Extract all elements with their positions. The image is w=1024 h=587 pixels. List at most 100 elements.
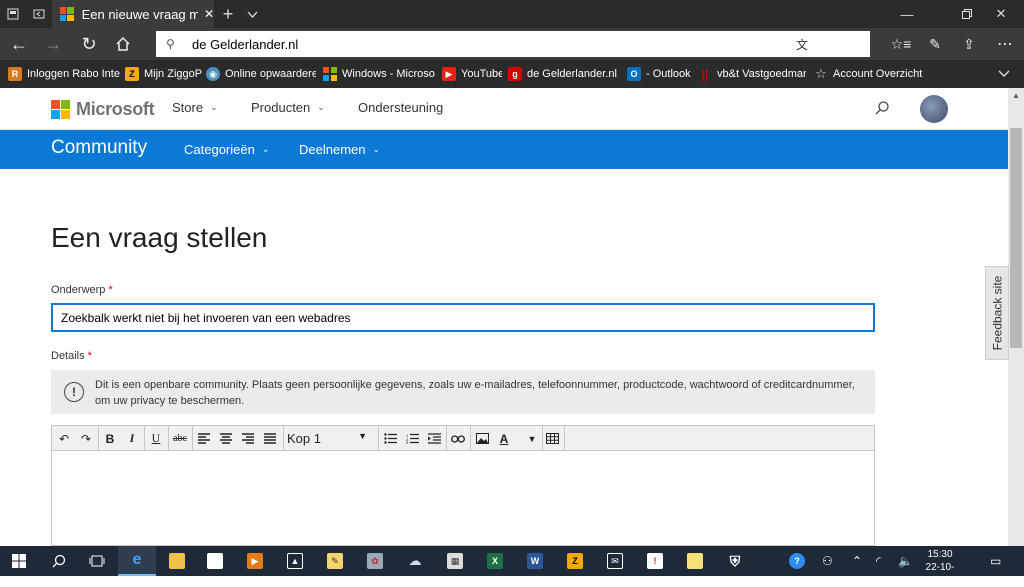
taskbar-paint[interactable]: ✿ [356, 546, 394, 576]
chevron-down-icon [247, 11, 257, 18]
caret-down-icon: ▼ [358, 431, 367, 441]
taskbar-explorer[interactable] [158, 546, 196, 576]
address-bar[interactable]: ⚲ de Gelderlander.nl 文 [156, 31, 870, 57]
favorite-item[interactable]: Z Mijn ZiggoP [125, 60, 203, 88]
taskbar-photos[interactable]: ▲ [276, 546, 314, 576]
details-label-text: Details [51, 350, 85, 362]
nav-categorieen[interactable]: Categorieën ⌄ [184, 142, 269, 157]
read-aloud-icon[interactable]: 文 [796, 36, 808, 53]
back-button[interactable]: ← [2, 28, 36, 60]
taskbar-ziggo[interactable]: Z [556, 546, 594, 576]
taskbar-store[interactable] [196, 546, 234, 576]
favorite-item[interactable]: Windows - Microsoft [323, 60, 435, 88]
justify-button[interactable] [260, 428, 280, 449]
avatar[interactable] [920, 95, 948, 123]
favorite-item[interactable]: g de Gelderlander.nl, hu [508, 60, 618, 88]
taskbar-word[interactable]: W [516, 546, 554, 576]
community-title[interactable]: Community [51, 137, 147, 159]
heading-select[interactable]: Kop 1 ▼ [287, 428, 373, 449]
favorites-bar: R Inloggen Rabo Intern Z Mijn ZiggoP ◉ O… [0, 60, 1024, 88]
subject-input[interactable] [51, 303, 875, 332]
show-tabs-button[interactable] [26, 0, 52, 28]
image-button[interactable] [472, 428, 492, 449]
home-button[interactable] [106, 28, 140, 60]
more-button[interactable]: ⋯ [988, 28, 1022, 60]
italic-button[interactable]: I [122, 428, 142, 449]
favorite-item[interactable]: ▶ YouTube [442, 60, 502, 88]
start-button[interactable] [0, 546, 38, 576]
taskbar-notes[interactable]: ✎ [316, 546, 354, 576]
feedback-tab[interactable]: Feedback site [985, 266, 1009, 360]
site-search-button[interactable] [874, 100, 890, 121]
sticky-note-icon [687, 553, 703, 569]
share-icon: ⇪ [963, 35, 975, 52]
forward-button[interactable]: → [36, 28, 70, 60]
microsoft-logo[interactable]: Microsoft [51, 99, 155, 120]
wifi-button[interactable]: ◜ [876, 546, 881, 576]
taskbar-excel[interactable]: X [476, 546, 514, 576]
taskbar-search-button[interactable] [40, 546, 78, 576]
numbered-list-button[interactable]: 123 [402, 428, 422, 449]
strikethrough-button[interactable]: abc [170, 428, 190, 449]
nav-store[interactable]: Store ⌄ [172, 100, 218, 115]
favorite-item[interactable]: O - Outlook [627, 60, 691, 88]
indent-button[interactable] [424, 428, 444, 449]
redo-button[interactable]: ↷ [76, 428, 96, 449]
close-tab-icon[interactable]: ✕ [204, 7, 214, 21]
details-editor[interactable] [51, 451, 875, 546]
favorite-item[interactable]: ◉ Online opwaarderen [206, 60, 316, 88]
favorites-button[interactable]: ☆≡ [884, 28, 918, 60]
undo-icon: ↶ [58, 431, 70, 446]
pen-icon: ✎ [929, 35, 941, 52]
favorite-item[interactable]: R Inloggen Rabo Intern [8, 60, 120, 88]
taskbar-app2[interactable]: ! [636, 546, 674, 576]
taskbar-app[interactable]: ☁ [396, 546, 434, 576]
close-window-button[interactable]: ✕ [978, 0, 1024, 28]
task-view-button[interactable] [78, 546, 116, 576]
toolbar-divider [168, 426, 169, 450]
taskbar-media[interactable]: ▶ [236, 546, 274, 576]
nav-deelnemen[interactable]: Deelnemen ⌄ [299, 142, 380, 157]
taskbar-help[interactable]: ? [778, 546, 816, 576]
nav-producten[interactable]: Producten ⌄ [251, 100, 325, 115]
minimize-button[interactable]: — [884, 0, 930, 28]
table-button[interactable] [542, 428, 562, 449]
taskbar-sticky[interactable] [676, 546, 714, 576]
page-scrollbar[interactable]: ▲ [1008, 88, 1024, 546]
tabs-aside-button[interactable] [0, 0, 26, 28]
favorites-overflow-button[interactable] [998, 60, 1016, 88]
align-right-button[interactable] [238, 428, 258, 449]
underline-button[interactable]: U [146, 428, 166, 449]
undo-button[interactable]: ↶ [54, 428, 74, 449]
notes-button[interactable]: ✎ [918, 28, 952, 60]
scroll-thumb[interactable] [1010, 128, 1022, 348]
share-button[interactable]: ⇪ [952, 28, 986, 60]
taskbar-defender[interactable]: ⛨ [716, 546, 754, 576]
new-tab-button[interactable]: + [218, 0, 238, 28]
vbt-icon: || [698, 67, 712, 82]
nav-ondersteuning[interactable]: Ondersteuning [358, 100, 443, 115]
favorite-item[interactable]: || vb&t Vastgoedmanag [698, 60, 806, 88]
taskbar-clock[interactable]: 15:30 22-10-2017 [916, 548, 964, 587]
underline-icon: U [151, 431, 161, 445]
tab-preview-button[interactable] [242, 0, 262, 28]
volume-button[interactable]: 🔈 [898, 546, 913, 576]
page-title: Een vraag stellen [51, 222, 268, 253]
text-color-button[interactable]: A [494, 428, 514, 449]
bold-button[interactable]: B [100, 428, 120, 449]
link-button[interactable] [448, 428, 468, 449]
bullet-list-button[interactable] [380, 428, 400, 449]
tray-overflow-button[interactable]: ⌃ [852, 546, 862, 576]
action-center-button[interactable]: ▭ [990, 546, 1001, 576]
taskbar-calculator[interactable]: ▦ [436, 546, 474, 576]
text-color-dropdown[interactable]: ▼ [522, 428, 542, 449]
scroll-up-arrow[interactable]: ▲ [1008, 88, 1024, 102]
align-left-button[interactable] [194, 428, 214, 449]
taskbar-edge[interactable]: e [118, 546, 156, 576]
align-center-button[interactable] [216, 428, 236, 449]
taskbar-mail[interactable]: ✉ [596, 546, 634, 576]
people-button[interactable]: ⚇ [822, 546, 833, 576]
favorite-item[interactable]: ☆ Account Overzicht | Ir [814, 60, 924, 88]
active-tab[interactable]: Een nieuwe vraag make ✕ [52, 0, 214, 28]
refresh-button[interactable]: ↻ [72, 28, 106, 60]
